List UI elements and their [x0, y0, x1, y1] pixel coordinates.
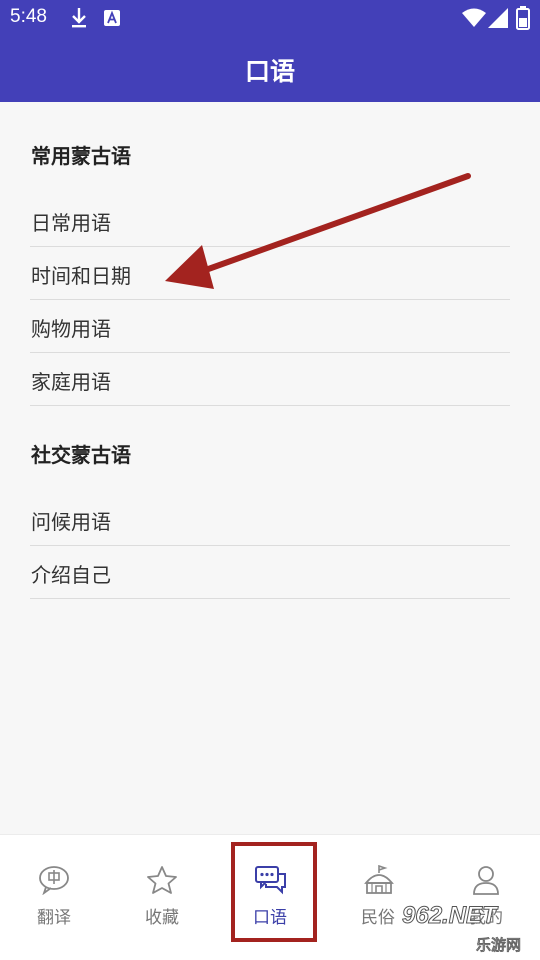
status-bar: 5:48	[0, 0, 540, 37]
list-item-label: 介绍自己	[31, 563, 111, 587]
a-badge-icon	[104, 10, 120, 30]
nav-item-translate[interactable]: 翻译	[0, 835, 108, 945]
translate-bubble-icon	[39, 866, 69, 895]
section-title-social: 社交蒙古语	[31, 443, 131, 467]
download-icon	[70, 6, 88, 34]
list-item-label: 购物用语	[31, 317, 111, 341]
list-item-daily-phrases[interactable]: 日常用语	[30, 194, 510, 247]
yurt-icon	[364, 865, 394, 894]
app-bar: 口语	[0, 37, 540, 102]
person-icon	[473, 866, 499, 895]
phrase-category-list: 常用蒙古语 日常用语 时间和日期 购物用语 家庭用语 社交蒙古语 问候用语 介绍…	[0, 102, 540, 834]
section-title-common: 常用蒙古语	[31, 144, 131, 168]
nav-item-favorites[interactable]: 收藏	[108, 835, 216, 945]
status-time: 5:48	[10, 6, 47, 27]
list-item-label: 时间和日期	[31, 264, 131, 288]
nav-label: 收藏	[145, 908, 179, 928]
watermark-top: 962.NET	[402, 902, 498, 930]
nav-label: 翻译	[37, 908, 71, 928]
watermark-logo: 962.NET 乐游网	[402, 902, 536, 956]
list-item-shopping-phrases[interactable]: 购物用语	[30, 300, 510, 353]
list-item-label: 问候用语	[31, 510, 111, 534]
list-item-introduce-yourself[interactable]: 介绍自己	[30, 546, 510, 599]
list-item-label: 日常用语	[31, 211, 111, 235]
list-item-family-phrases[interactable]: 家庭用语	[30, 353, 510, 406]
watermark-bottom: 乐游网	[476, 936, 522, 954]
annotation-highlight-box	[231, 842, 317, 942]
list-item-label: 家庭用语	[31, 370, 111, 394]
page-title: 口语	[244, 57, 295, 86]
list-item-greetings[interactable]: 问候用语	[30, 493, 510, 546]
battery-icon	[516, 6, 530, 34]
list-item-time-and-date[interactable]: 时间和日期	[30, 247, 510, 300]
signal-icon	[488, 8, 508, 32]
star-icon	[147, 866, 177, 894]
wifi-icon	[462, 8, 486, 32]
